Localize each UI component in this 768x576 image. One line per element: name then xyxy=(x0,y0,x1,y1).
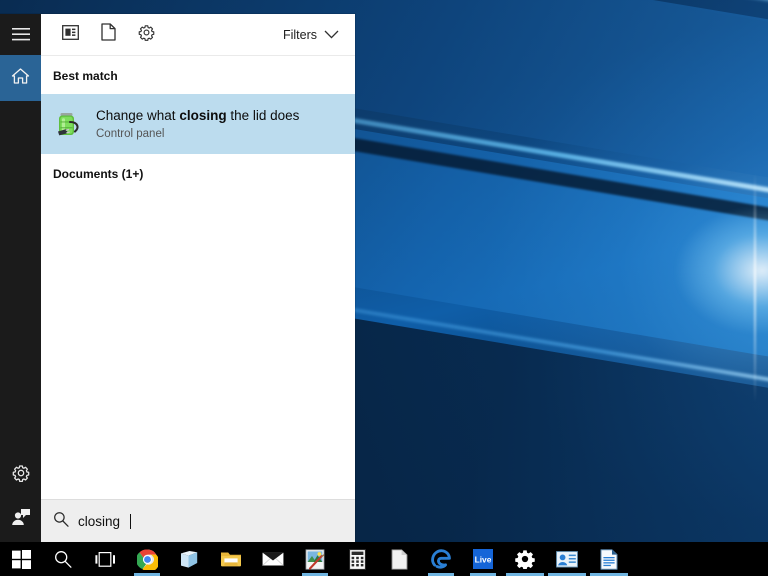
paint-picture-icon xyxy=(304,548,326,570)
gear-icon xyxy=(12,464,30,487)
sidebar-item-home[interactable] xyxy=(0,55,41,101)
chevron-down-icon xyxy=(324,26,339,44)
best-match-result-row[interactable]: Change what closing the lid does Control… xyxy=(41,94,355,154)
live-tile-icon: Live xyxy=(472,548,494,570)
store-icon xyxy=(178,548,200,570)
edge-icon xyxy=(430,548,452,570)
home-icon xyxy=(11,67,30,90)
envelope-icon xyxy=(262,548,284,570)
task-view-icon xyxy=(94,548,116,570)
taskbar-item-settings[interactable] xyxy=(504,542,546,576)
blank-document-icon xyxy=(388,548,410,570)
gear-icon xyxy=(514,548,536,570)
sidebar-item-settings[interactable] xyxy=(0,455,41,496)
chrome-icon xyxy=(136,548,158,570)
best-match-title: Change what closing the lid does xyxy=(96,107,299,124)
search-panel-body: Filters Best match Change what closing t… xyxy=(41,14,355,542)
tab-documents[interactable] xyxy=(89,16,127,54)
search-flyout-panel: Filters Best match Change what closing t… xyxy=(0,14,355,542)
search-left-rail xyxy=(0,14,41,542)
document-page-icon xyxy=(100,23,116,46)
best-match-text: Change what closing the lid does Control… xyxy=(96,107,299,142)
filters-label: Filters xyxy=(282,27,317,42)
search-magnifier-icon xyxy=(53,511,69,532)
power-options-battery-icon xyxy=(53,108,85,140)
text-document-icon xyxy=(598,548,620,570)
feedback-person-icon xyxy=(11,508,31,531)
folder-icon xyxy=(220,548,242,570)
windows-logo-icon xyxy=(10,548,32,570)
best-match-header: Best match xyxy=(53,69,118,83)
taskbar-item-search[interactable] xyxy=(42,542,84,576)
search-magnifier-icon xyxy=(52,548,74,570)
desktop-screen: Filters Best match Change what closing t… xyxy=(0,0,768,576)
hamburger-icon xyxy=(11,28,30,41)
calculator-icon xyxy=(346,548,368,570)
wallpaper-vertical-edge xyxy=(754,172,757,404)
gear-icon xyxy=(138,24,155,46)
search-input-value[interactable]: closing xyxy=(78,514,120,529)
taskbar: Live xyxy=(0,542,768,576)
taskbar-item-writer-doc[interactable] xyxy=(588,542,630,576)
best-match-title-suffix: the lid does xyxy=(226,107,300,123)
search-toolbar: Filters xyxy=(41,14,355,56)
text-caret xyxy=(130,513,132,529)
taskbar-item-store[interactable] xyxy=(168,542,210,576)
documents-header: Documents (1+) xyxy=(53,167,144,181)
best-match-title-prefix: Change what xyxy=(96,107,180,123)
best-match-title-highlight: closing xyxy=(179,107,227,123)
search-input[interactable]: closing xyxy=(41,499,355,542)
taskbar-item-mail[interactable] xyxy=(252,542,294,576)
best-match-subtitle: Control panel xyxy=(96,127,165,140)
tab-settings[interactable] xyxy=(127,16,165,54)
tab-apps[interactable] xyxy=(51,16,89,54)
filters-button[interactable]: Filters xyxy=(275,22,343,48)
taskbar-item-paint[interactable] xyxy=(294,542,336,576)
taskbar-item-calculator[interactable] xyxy=(336,542,378,576)
sidebar-item-feedback[interactable] xyxy=(0,496,41,542)
contact-card-icon xyxy=(556,548,578,570)
taskbar-item-start[interactable] xyxy=(0,542,42,576)
svg-text:Live: Live xyxy=(475,554,492,564)
taskbar-item-file-explorer[interactable] xyxy=(210,542,252,576)
search-results: Best match Change what closing the lid d… xyxy=(41,56,355,499)
apps-window-icon xyxy=(61,24,79,45)
hamburger-menu-button[interactable] xyxy=(0,14,41,55)
taskbar-item-edge[interactable] xyxy=(420,542,462,576)
taskbar-item-live[interactable]: Live xyxy=(462,542,504,576)
taskbar-item-contacts[interactable] xyxy=(546,542,588,576)
taskbar-item-task-view[interactable] xyxy=(84,542,126,576)
taskbar-item-chrome[interactable] xyxy=(126,542,168,576)
taskbar-item-writer[interactable] xyxy=(378,542,420,576)
